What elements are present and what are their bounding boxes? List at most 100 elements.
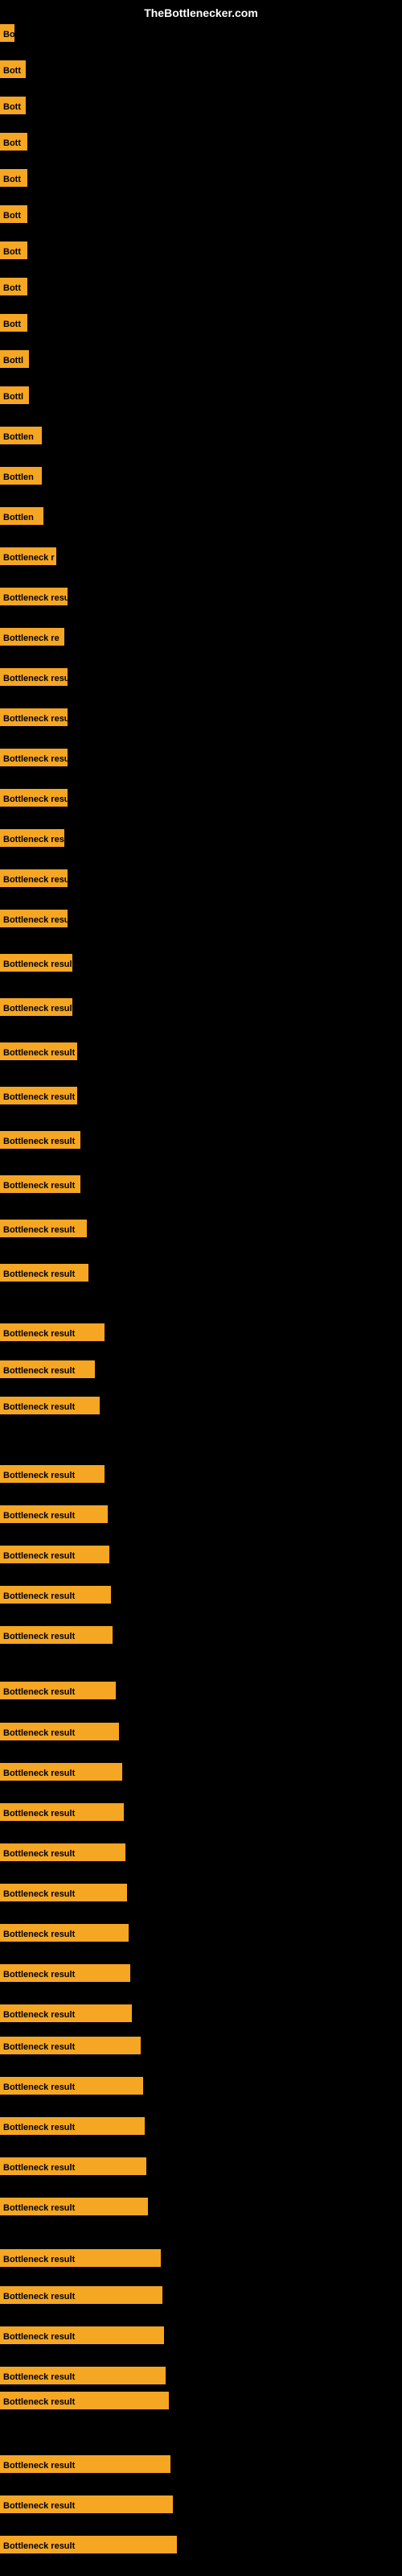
bar-item: Bottleneck result <box>0 2455 170 2473</box>
bar-item: Bottleneck result <box>0 1175 80 1193</box>
bar-item: Bottleneck result <box>0 1763 122 1781</box>
bar-item: Bottleneck result <box>0 2367 166 2384</box>
bar-item: Bottleneck result <box>0 2037 141 2054</box>
bar-item: Bottleneck result <box>0 1586 111 1604</box>
bar-label: Bottleneck result <box>0 2455 170 2473</box>
bar-label: Bott <box>0 133 27 151</box>
bar-label: Bottleneck result <box>0 2198 148 2215</box>
bar-item: Bottlen <box>0 467 42 485</box>
bar-item: Bottleneck result <box>0 1803 124 1821</box>
bar-label: Bottleneck result <box>0 1723 119 1740</box>
bar-label: Bottleneck result <box>0 1323 105 1341</box>
bar-item: Bottleneck r <box>0 547 56 565</box>
bar-item: Bottleneck result <box>0 2286 162 2304</box>
bar-item: Bott <box>0 205 27 223</box>
bar-label: Bott <box>0 97 26 114</box>
bar-label: Bottleneck result <box>0 1626 113 1644</box>
bar-label: Bott <box>0 205 27 223</box>
bar-label: Bottleneck result <box>0 954 72 972</box>
bar-item: Bottleneck result <box>0 2198 148 2215</box>
bar-item: Bottleneck result <box>0 2536 177 2553</box>
bar-item: Bott <box>0 133 27 151</box>
bar-item: Bottleneck result <box>0 954 72 972</box>
bar-item: Bottleneck result <box>0 1397 100 1414</box>
bar-item: Bottleneck result <box>0 1323 105 1341</box>
bar-item: Bottleneck result <box>0 1087 77 1104</box>
bar-label: Bottleneck result <box>0 1131 80 1149</box>
bar-item: Bo <box>0 24 14 42</box>
bar-item: Bottleneck result <box>0 869 68 887</box>
bar-label: Bottleneck result <box>0 1087 77 1104</box>
bar-label: Bottleneck result <box>0 2117 145 2135</box>
bar-label: Bottleneck result <box>0 2536 177 2553</box>
bar-item: Bottleneck resu <box>0 829 64 847</box>
bar-label: Bottleneck resu <box>0 588 68 605</box>
bar-item: Bottleneck result <box>0 2157 146 2175</box>
bar-label: Bottleneck result <box>0 2157 146 2175</box>
bar-label: Bottleneck result <box>0 2004 132 2022</box>
bar-label: Bottleneck result <box>0 2077 143 2095</box>
bar-label: Bottleneck result <box>0 998 72 1016</box>
bar-item: Bottleneck result <box>0 1131 80 1149</box>
bar-item: Bottleneck result <box>0 1626 113 1644</box>
bar-label: Bottleneck result <box>0 1682 116 1699</box>
bar-label: Bottleneck result <box>0 1884 127 1901</box>
bar-label: Bott <box>0 314 27 332</box>
bar-label: Bottleneck result <box>0 1360 95 1378</box>
bar-label: Bottleneck result <box>0 1220 87 1237</box>
bar-item: Bottleneck result <box>0 1220 87 1237</box>
bar-label: Bott <box>0 278 27 295</box>
bar-label: Bottleneck result <box>0 1843 125 1861</box>
bar-label: Bottleneck result <box>0 1397 100 1414</box>
bar-label: Bottleneck result <box>0 749 68 766</box>
bar-item: Bottleneck result <box>0 789 68 807</box>
bar-label: Bottl <box>0 350 29 368</box>
bar-label: Bottleneck result <box>0 668 68 686</box>
site-title: TheBottlenecker.com <box>144 6 258 19</box>
bar-label: Bottleneck result <box>0 789 68 807</box>
bar-label: Bottleneck result <box>0 2392 169 2409</box>
bar-label: Bo <box>0 24 14 42</box>
bar-item: Bottleneck resu <box>0 588 68 605</box>
bar-item: Bottleneck re <box>0 628 64 646</box>
bar-item: Bott <box>0 97 26 114</box>
bar-label: Bottleneck result <box>0 910 68 927</box>
bar-label: Bottleneck resu <box>0 829 64 847</box>
bar-label: Bottleneck result <box>0 2037 141 2054</box>
bar-item: Bottleneck result <box>0 1964 130 1982</box>
bar-label: Bottlen <box>0 467 42 485</box>
bar-label: Bottlen <box>0 507 43 525</box>
bar-label: Bottleneck result <box>0 1763 122 1781</box>
bar-item: Bottleneck result <box>0 2326 164 2344</box>
bar-item: Bottleneck result <box>0 668 68 686</box>
bar-label: Bottleneck result <box>0 708 68 726</box>
bar-item: Bottleneck result <box>0 708 68 726</box>
bar-label: Bottlen <box>0 427 42 444</box>
bar-item: Bottleneck result <box>0 1884 127 1901</box>
bar-item: Bottleneck result <box>0 1264 88 1282</box>
bar-label: Bott <box>0 60 26 78</box>
bar-item: Bottleneck result <box>0 2392 169 2409</box>
bar-item: Bottl <box>0 386 29 404</box>
bar-item: Bottl <box>0 350 29 368</box>
bar-item: Bottleneck result <box>0 1723 119 1740</box>
bar-item: Bottleneck result <box>0 2117 145 2135</box>
bar-item: Bottleneck result <box>0 998 72 1016</box>
bar-label: Bottleneck re <box>0 628 64 646</box>
bar-item: Bottleneck result <box>0 1360 95 1378</box>
bar-item: Bottlen <box>0 427 42 444</box>
bar-item: Bottleneck result <box>0 910 68 927</box>
bar-label: Bottleneck result <box>0 1964 130 1982</box>
bar-label: Bott <box>0 169 27 187</box>
bar-label: Bottleneck result <box>0 1924 129 1942</box>
bar-item: Bottleneck result <box>0 1924 129 1942</box>
bar-item: Bott <box>0 169 27 187</box>
bar-item: Bottleneck result <box>0 2077 143 2095</box>
bar-label: Bottleneck result <box>0 2249 161 2267</box>
bar-label: Bottleneck result <box>0 2496 173 2513</box>
bar-label: Bottleneck result <box>0 1175 80 1193</box>
bar-label: Bottleneck result <box>0 1042 77 1060</box>
bar-label: Bottleneck result <box>0 2367 166 2384</box>
bar-item: Bottleneck result <box>0 1042 77 1060</box>
bar-label: Bottleneck r <box>0 547 56 565</box>
